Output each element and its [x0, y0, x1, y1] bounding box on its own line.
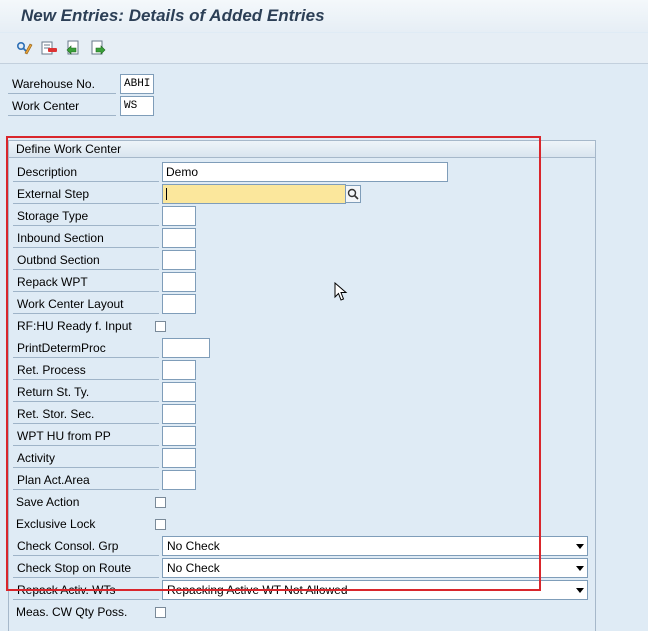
- exclusive-lock-label: Exclusive Lock: [16, 517, 96, 531]
- text-caret: [166, 188, 167, 200]
- title-bar: New Entries: Details of Added Entries: [0, 0, 648, 32]
- repack-activ-value: Repacking Active WT Not Allowed: [167, 583, 348, 597]
- work-center-label: Work Center: [8, 96, 116, 116]
- print-determ-field[interactable]: [162, 338, 210, 358]
- mouse-pointer-icon: [334, 281, 348, 305]
- check-stop-route-value: No Check: [167, 561, 220, 575]
- delete-icon[interactable]: [40, 39, 58, 57]
- print-determ-label: PrintDetermProc: [13, 338, 159, 358]
- work-center-layout-label: Work Center Layout: [13, 294, 159, 314]
- description-field[interactable]: Demo: [162, 162, 448, 182]
- search-help-button[interactable]: [345, 185, 361, 203]
- save-action-label: Save Action: [16, 495, 80, 509]
- display-change-icon[interactable]: [15, 39, 33, 57]
- plan-act-area-field[interactable]: [162, 470, 196, 490]
- description-label: Description: [13, 162, 159, 182]
- inbound-section-label: Inbound Section: [13, 228, 159, 248]
- ret-process-field[interactable]: [162, 360, 196, 380]
- ret-process-label: Ret. Process: [13, 360, 159, 380]
- check-consol-label: Check Consol. Grp: [13, 536, 159, 556]
- repack-activ-dropdown[interactable]: Repacking Active WT Not Allowed: [162, 580, 588, 600]
- activity-field[interactable]: [162, 448, 196, 468]
- repack-activ-label: Repack Activ. WTs: [13, 580, 159, 600]
- repack-wpt-label: Repack WPT: [13, 272, 159, 292]
- warehouse-field[interactable]: ABHI: [120, 74, 154, 94]
- return-storage-type-label: Return St. Ty.: [13, 382, 159, 402]
- page-title: New Entries: Details of Added Entries: [21, 6, 325, 25]
- next-entry-icon[interactable]: [89, 39, 107, 57]
- ret-stor-sec-field[interactable]: [162, 404, 196, 424]
- outbound-section-field[interactable]: [162, 250, 196, 270]
- check-stop-route-dropdown[interactable]: No Check: [162, 558, 588, 578]
- save-action-checkbox[interactable]: [155, 497, 166, 508]
- check-consol-value: No Check: [167, 539, 220, 553]
- external-step-label: External Step: [13, 184, 159, 204]
- return-storage-type-field[interactable]: [162, 382, 196, 402]
- rf-hu-checkbox[interactable]: [155, 321, 166, 332]
- magnifier-icon: [347, 188, 359, 200]
- group-title: Define Work Center: [9, 141, 595, 158]
- wpt-hu-field[interactable]: [162, 426, 196, 446]
- activity-label: Activity: [13, 448, 159, 468]
- repack-wpt-field[interactable]: [162, 272, 196, 292]
- meas-cw-label: Meas. CW Qty Poss.: [16, 605, 128, 619]
- meas-cw-checkbox[interactable]: [155, 607, 166, 618]
- external-step-field[interactable]: [162, 184, 346, 204]
- ret-stor-sec-label: Ret. Stor. Sec.: [13, 404, 159, 424]
- inbound-section-field[interactable]: [162, 228, 196, 248]
- storage-type-field[interactable]: [162, 206, 196, 226]
- outbound-section-label: Outbnd Section: [13, 250, 159, 270]
- work-center-field[interactable]: WS: [120, 96, 154, 116]
- rf-hu-label: RF:HU Ready f. Input: [17, 319, 132, 333]
- exclusive-lock-checkbox[interactable]: [155, 519, 166, 530]
- work-center-layout-field[interactable]: [162, 294, 196, 314]
- chevron-down-icon: [576, 566, 584, 571]
- check-consol-dropdown[interactable]: No Check: [162, 536, 588, 556]
- undo-icon[interactable]: [64, 39, 82, 57]
- check-stop-route-label: Check Stop on Route: [13, 558, 159, 578]
- wpt-hu-label: WPT HU from PP: [13, 426, 159, 446]
- storage-type-label: Storage Type: [13, 206, 159, 226]
- application-toolbar: [0, 33, 648, 64]
- chevron-down-icon: [576, 544, 584, 549]
- warehouse-label: Warehouse No.: [8, 74, 116, 94]
- chevron-down-icon: [576, 588, 584, 593]
- plan-act-area-label: Plan Act.Area: [13, 470, 159, 490]
